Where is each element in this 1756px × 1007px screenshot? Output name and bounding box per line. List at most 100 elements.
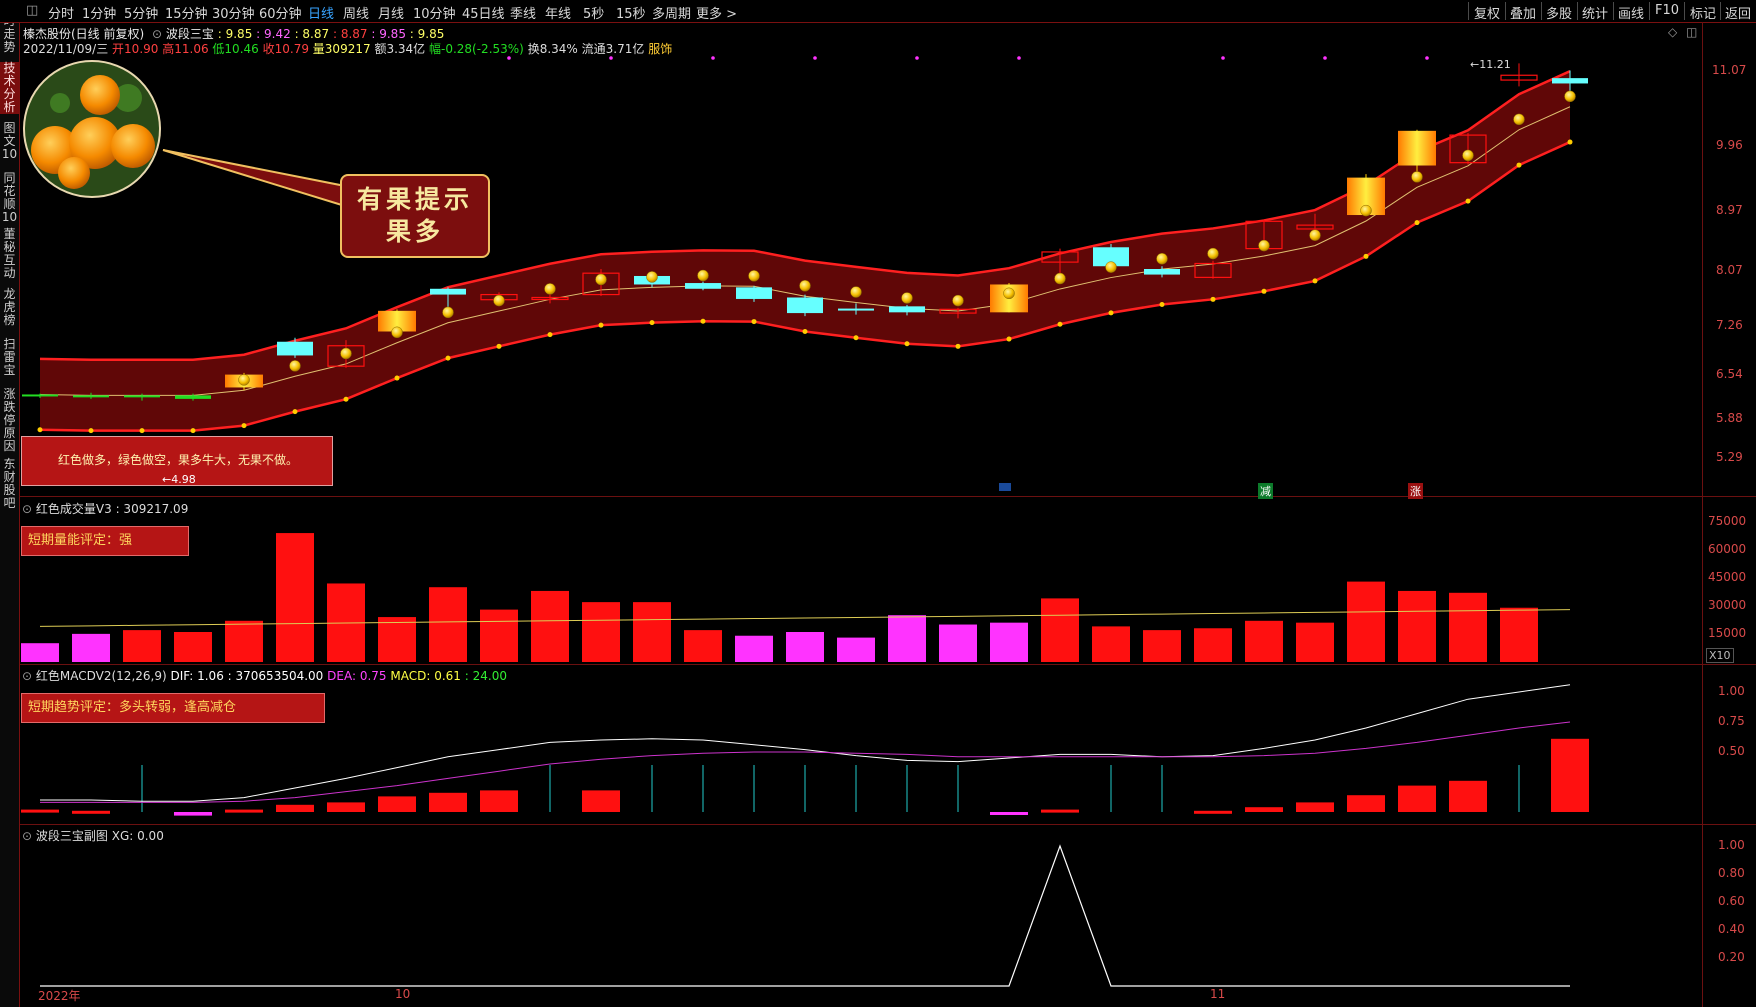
down-candle — [685, 283, 721, 289]
volume-tick: 60000 — [1708, 542, 1747, 556]
band-dot — [343, 396, 349, 402]
macd-bar — [1347, 795, 1385, 812]
max-price-marker: ←11.21 — [1470, 58, 1511, 71]
time-tick: 2022年 — [38, 989, 81, 1003]
band-dot — [37, 427, 43, 433]
fruit-icon — [1513, 113, 1525, 126]
volume-tick: 45000 — [1708, 570, 1747, 584]
band-dot — [751, 319, 757, 325]
volume-bar — [1347, 581, 1385, 662]
max-price-value: 11.21 — [1479, 58, 1511, 71]
reduce-signal: 减 — [1258, 483, 1273, 499]
volume-bar — [1296, 622, 1334, 662]
volume-bar — [888, 615, 926, 662]
macd-tick: 1.00 — [1718, 684, 1745, 698]
fruit-icon — [1003, 287, 1015, 300]
fruit-icon — [238, 374, 250, 386]
trend-band-fill — [40, 71, 1570, 431]
volume-bar — [378, 617, 416, 662]
macd-bar — [1398, 785, 1436, 812]
volume-title[interactable]: 红色成交量V3 — [36, 502, 112, 516]
volume-ma-line — [39, 609, 1571, 627]
down-candle — [1552, 78, 1588, 84]
fruit-icon — [289, 360, 301, 372]
volume-bar — [1194, 628, 1232, 662]
fruit-icon — [544, 283, 556, 295]
fruit-icon — [1462, 149, 1474, 162]
macd-bar — [1041, 809, 1079, 813]
sub-pane-title[interactable]: 波段三宝副图 — [36, 829, 108, 843]
band-dot — [190, 428, 196, 434]
fruit-icon — [1258, 239, 1270, 252]
sub-pane-header: ⊙ 波段三宝副图 XG: 0.00 — [22, 827, 164, 844]
flat-candle — [73, 395, 109, 398]
price-tick: 6.54 — [1716, 367, 1743, 381]
down-candle — [277, 341, 313, 356]
flat-candle — [175, 395, 211, 399]
volume-bar — [429, 587, 467, 662]
signal-dot — [1425, 56, 1429, 60]
collapse-icon[interactable]: ⊙ — [22, 502, 32, 516]
signal-dot — [507, 56, 511, 60]
volume-bar — [1143, 630, 1181, 662]
volume-bar — [225, 620, 263, 662]
band-dot — [1210, 296, 1216, 302]
sub-tick: 0.80 — [1718, 866, 1745, 880]
fruit-icon — [799, 280, 811, 292]
min-price-marker: ←4.98 — [162, 473, 196, 486]
price-tick: 5.88 — [1716, 411, 1743, 425]
bubble-line-2: 果多 — [385, 217, 444, 246]
band-dot — [1159, 301, 1165, 307]
macd-title[interactable]: 红色MACDV2(12,26,9) — [36, 669, 167, 683]
macd-dif-value: : 370653504.00 — [227, 669, 324, 683]
signal-dot — [1323, 56, 1327, 60]
macd-bar — [378, 796, 416, 812]
volume-eval-box: 短期量能评定：强 — [21, 526, 189, 556]
hint-bubble: 有果提示 果多 — [340, 174, 490, 258]
down-candle — [430, 288, 466, 295]
macd-bar — [21, 809, 59, 813]
macd-bar — [276, 804, 314, 812]
signal-dot — [609, 56, 613, 60]
stock-chart-app: 分时走势 技术分析 图文10 同花顺10 董秘互动 龙虎榜 扫雷宝 涨跌停原因 … — [0, 0, 1756, 1007]
band-dot — [445, 355, 451, 361]
volume-bar — [1041, 598, 1079, 662]
volume-bar — [633, 602, 671, 662]
band-dot — [1312, 278, 1318, 284]
macd-bar — [225, 809, 263, 813]
macd-bar — [480, 790, 518, 812]
band-dot — [139, 428, 145, 434]
volume-bar — [174, 632, 212, 662]
sub-tick: 0.20 — [1718, 950, 1745, 964]
fruit-icon — [595, 273, 607, 286]
price-tick: 9.96 — [1716, 138, 1743, 152]
fruit-icon — [1105, 261, 1117, 273]
band-dot — [1516, 162, 1522, 168]
down-candle — [1144, 268, 1180, 275]
price-tick: 8.07 — [1716, 263, 1743, 277]
volume-tick: 15000 — [1708, 626, 1747, 640]
volume-bar — [72, 633, 110, 662]
macd-dea: DEA: 0.75 — [327, 669, 387, 683]
band-dot — [700, 318, 706, 324]
volume-bar — [939, 624, 977, 662]
collapse-icon[interactable]: ⊙ — [22, 669, 32, 683]
macd-bar — [174, 812, 212, 816]
fruit-icon — [748, 270, 760, 282]
flat-candle — [124, 395, 160, 398]
price-tick: 11.07 — [1712, 63, 1747, 77]
volume-bars — [21, 533, 1571, 662]
time-tick: 10 — [395, 987, 411, 1001]
volume-bar — [276, 533, 314, 662]
volume-bar — [1500, 607, 1538, 662]
macd-bar — [1449, 780, 1487, 812]
band-dot — [547, 332, 553, 338]
orange-fruit-image — [23, 60, 161, 198]
strategy-legend-box: 红色做多，绿色做空，果多牛大，无果不做。 ←4.98 — [21, 436, 333, 486]
collapse-icon[interactable]: ⊙ — [22, 829, 32, 843]
sub-pane-value: XG: 0.00 — [111, 829, 164, 843]
macd-bar — [990, 812, 1028, 815]
volume-bar — [1449, 592, 1487, 662]
volume-bar — [837, 637, 875, 662]
band-dot — [1363, 253, 1369, 259]
